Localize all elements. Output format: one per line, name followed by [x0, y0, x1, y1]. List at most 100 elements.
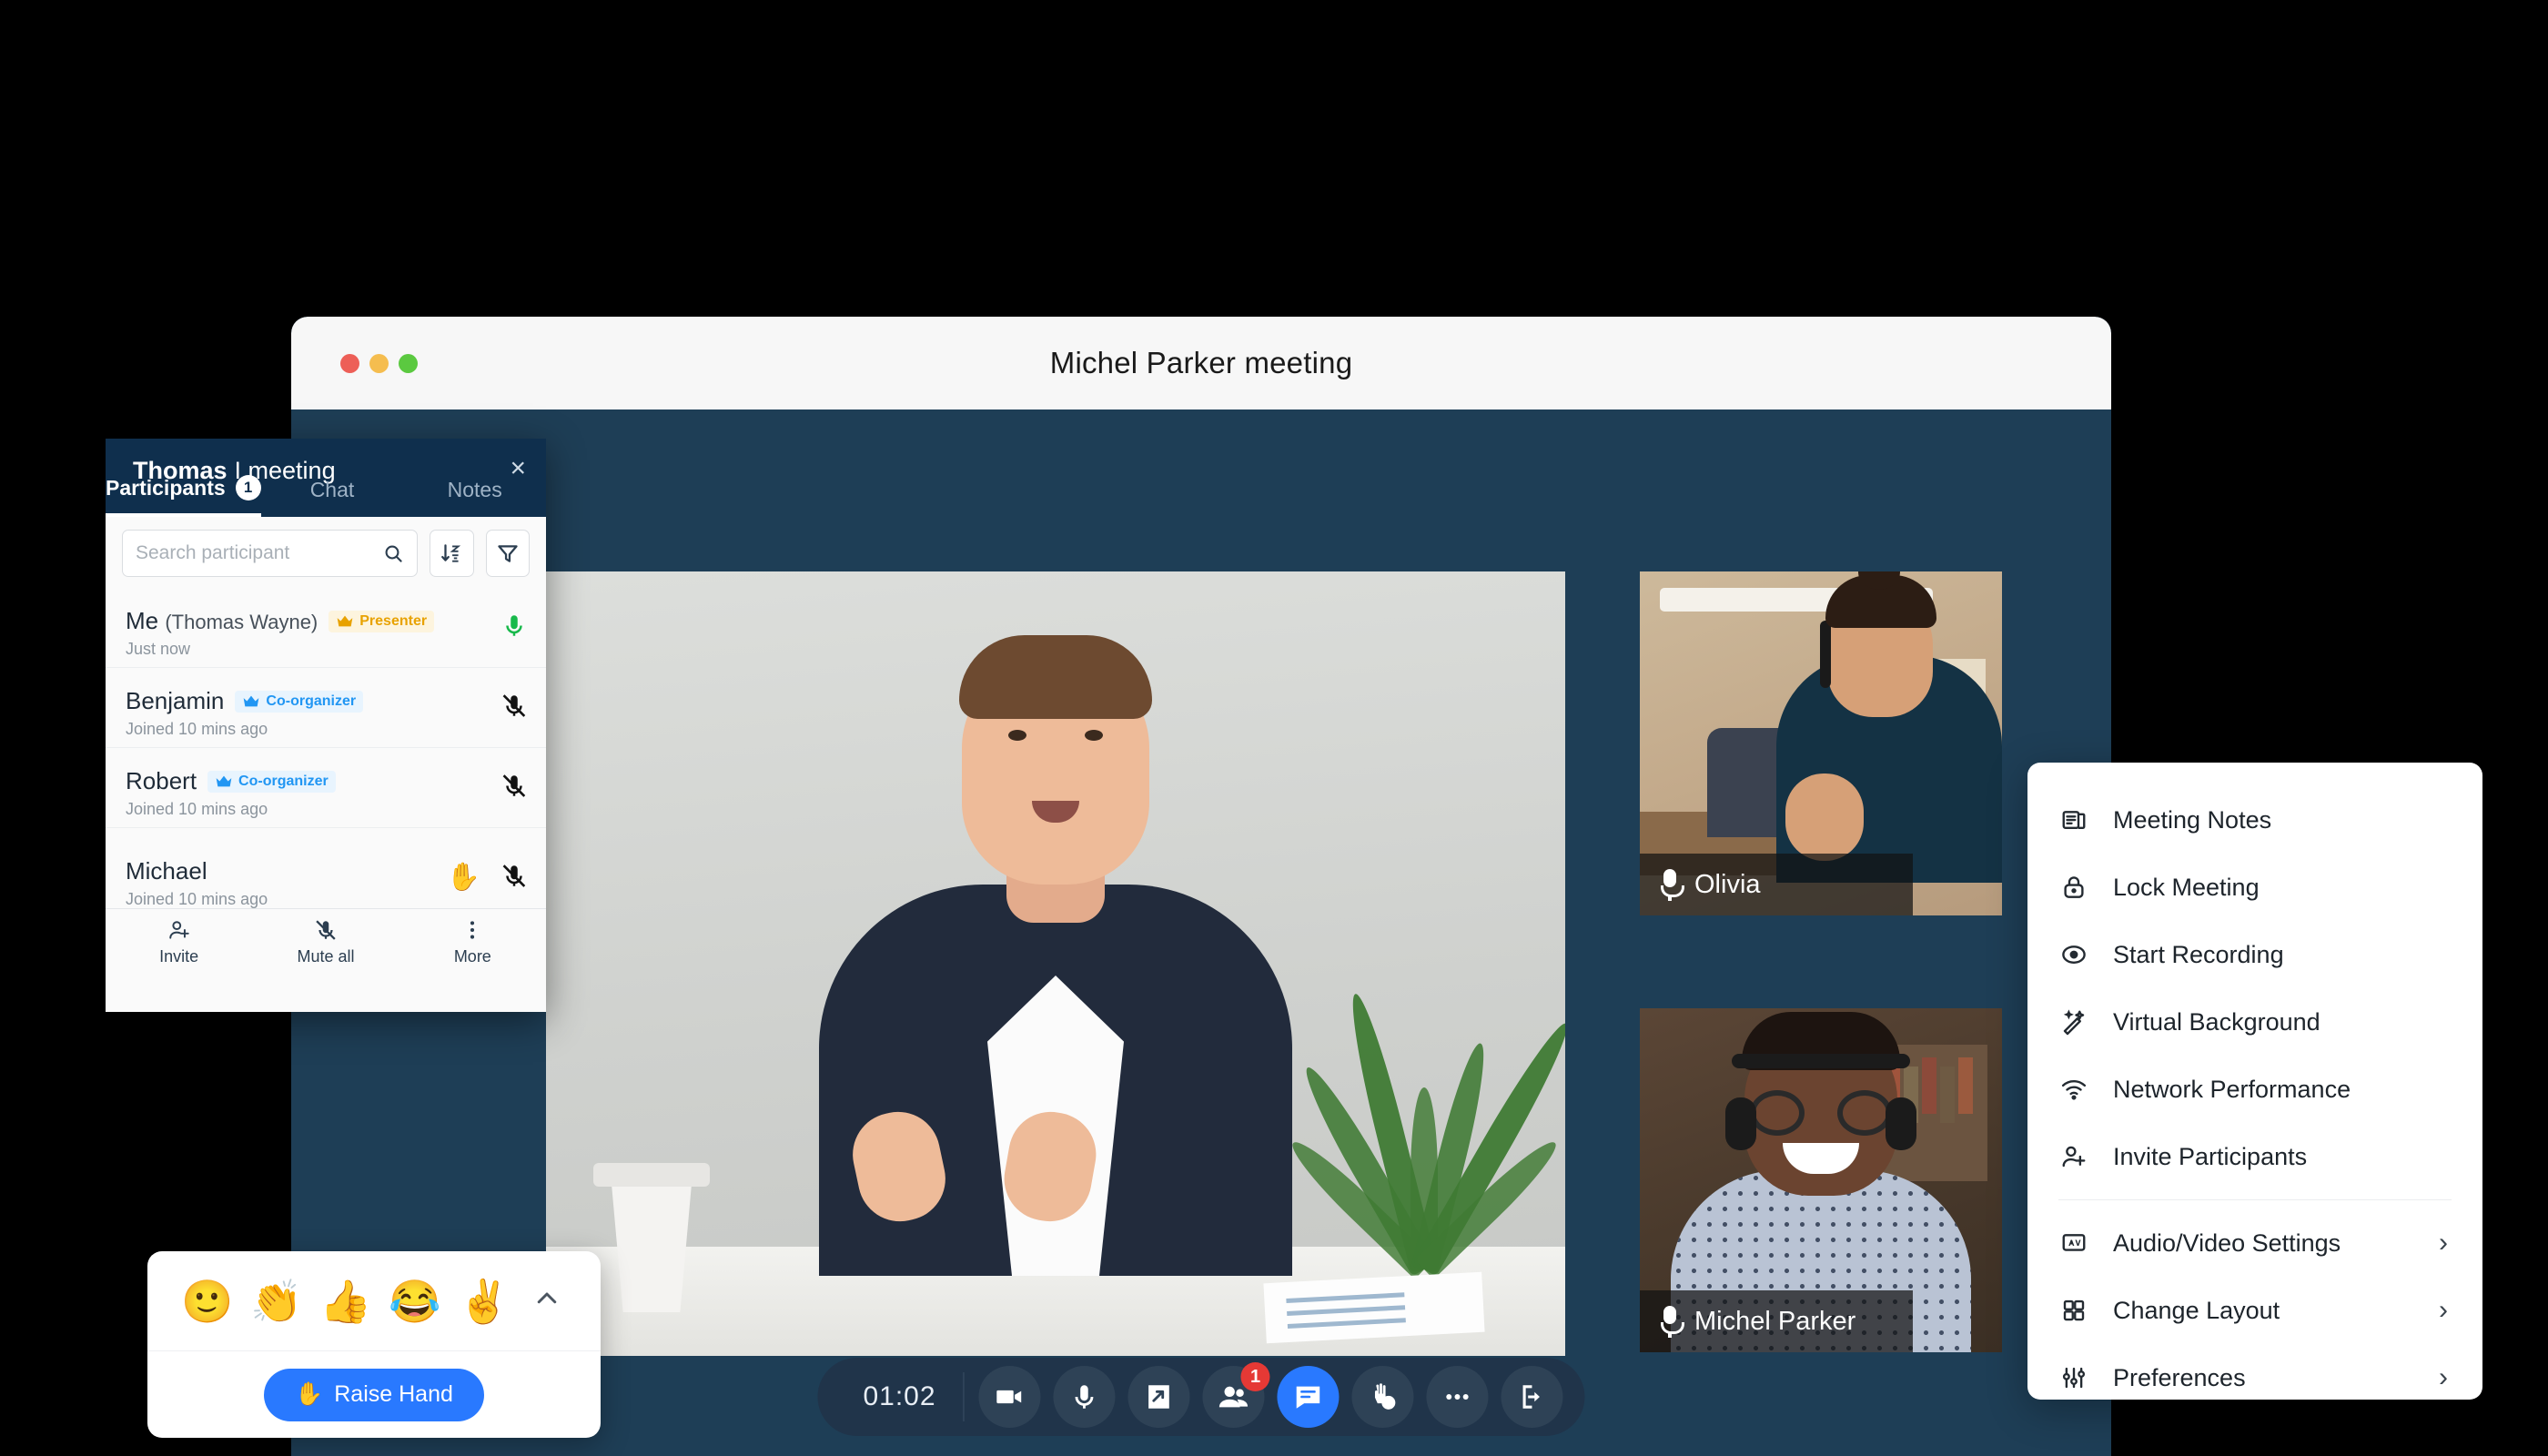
menu-item-meeting-notes[interactable]: Meeting Notes: [2027, 786, 2482, 854]
laughing-face-emoji[interactable]: 😂: [380, 1280, 450, 1322]
more-options-button[interactable]: [1426, 1366, 1489, 1428]
thumbs-up-emoji[interactable]: 👍: [311, 1280, 380, 1322]
participant-row-benjamin[interactable]: Benjamin Co-organizer Joined 10 mins ago: [106, 668, 546, 748]
menu-item-change-layout[interactable]: Change Layout ›: [2027, 1277, 2482, 1344]
participant-name: Benjamin: [126, 687, 225, 714]
participant-status: Joined 10 mins ago: [126, 720, 268, 738]
invite-button[interactable]: Invite: [106, 917, 252, 966]
magic-wand-icon: [2058, 1006, 2089, 1037]
chat-bubble-icon: [1296, 1386, 1320, 1409]
chevron-up-icon[interactable]: [519, 1285, 575, 1317]
tab-label: Participants: [106, 475, 226, 500]
crown-icon: [337, 615, 353, 627]
participant-status: Just now: [126, 640, 191, 658]
microphone-button[interactable]: [1053, 1366, 1116, 1428]
mic-on-icon[interactable]: [500, 612, 528, 643]
search-input[interactable]: [136, 542, 382, 564]
lock-icon: [2058, 872, 2089, 903]
main-speaker-video[interactable]: [546, 571, 1565, 1356]
tab-label: Notes: [447, 477, 502, 501]
smiling-face-emoji[interactable]: 🙂: [173, 1280, 242, 1322]
more-horizontal-icon: [1446, 1394, 1469, 1400]
participants-button[interactable]: 1: [1202, 1362, 1270, 1428]
victory-hand-emoji[interactable]: ✌: [450, 1280, 519, 1322]
participant-row-me[interactable]: Me (Thomas Wayne) Presenter Just now: [106, 588, 546, 668]
participant-tile-michel-parker[interactable]: Michel Parker: [1640, 1008, 2002, 1352]
participants-count-badge: 1: [1240, 1362, 1270, 1391]
participant-tile-olivia[interactable]: Olivia: [1640, 571, 2002, 915]
sort-az-icon: [441, 544, 461, 562]
video-paper-document: [1263, 1271, 1485, 1344]
window-titlebar: Michel Parker meeting: [291, 317, 2111, 410]
chevron-right-icon: ›: [2439, 1362, 2448, 1392]
tab-notes[interactable]: Notes: [403, 475, 546, 517]
leave-meeting-button[interactable]: [1501, 1366, 1563, 1428]
clapping-hands-emoji[interactable]: 👏: [242, 1280, 311, 1322]
participant-row-robert[interactable]: Robert Co-organizer Joined 10 mins ago: [106, 748, 546, 828]
menu-item-start-recording[interactable]: Start Recording: [2027, 921, 2482, 988]
tab-badge-count: 1: [235, 475, 261, 500]
mute-all-button[interactable]: Mute all: [252, 917, 399, 966]
raise-hand-row: ✋ Raise Hand: [147, 1351, 601, 1438]
person-add-icon: [2058, 1141, 2089, 1172]
sliders-icon: [2058, 1362, 2089, 1393]
mic-off-icon[interactable]: [500, 772, 528, 804]
menu-item-invite-participants[interactable]: Invite Participants: [2027, 1123, 2482, 1190]
participant-name: Me (Thomas Wayne): [126, 607, 318, 634]
footer-label: More: [453, 946, 491, 966]
search-input-wrapper[interactable]: [122, 530, 418, 577]
role-badge-label: Co-organizer: [266, 693, 357, 709]
participants-panel-footer: Invite Mute all More: [106, 908, 546, 974]
reactions-popover: 🙂 👏 👍 😂 ✌ ✋ Raise Hand: [147, 1251, 601, 1438]
menu-item-label: Change Layout: [2113, 1296, 2280, 1324]
raise-hand-emoji-icon: [1375, 1383, 1396, 1410]
search-icon: [385, 545, 402, 562]
more-button[interactable]: More: [399, 917, 546, 966]
participant-name: Robert: [126, 767, 197, 794]
toolbar-buttons: 1: [978, 1362, 1563, 1428]
participant-row-icons: ✋: [447, 862, 528, 894]
tile-participant-name: Olivia: [1694, 869, 1761, 899]
role-badge-label: Co-organizer: [238, 773, 329, 789]
raise-hand-emoji-icon: ✋: [295, 1381, 324, 1407]
chat-button[interactable]: [1277, 1366, 1340, 1428]
participant-search-row: [106, 517, 546, 588]
participant-row-icons: [500, 612, 528, 643]
participant-row-michael[interactable]: Michael Joined 10 mins ago ✋: [106, 828, 546, 908]
mic-icon: [1075, 1385, 1094, 1409]
participants-list: Me (Thomas Wayne) Presenter Just now Ben…: [106, 588, 546, 908]
menu-item-audio-video-settings[interactable]: Audio/Video Settings ›: [2027, 1209, 2482, 1277]
meeting-toolbar: 01:02 1: [817, 1358, 1585, 1436]
menu-item-label: Start Recording: [2113, 940, 2284, 968]
filter-button[interactable]: [485, 530, 530, 577]
camera-button[interactable]: [978, 1366, 1041, 1428]
tile-name-bar: Olivia: [1640, 854, 1913, 915]
tab-participants[interactable]: Participants 1: [106, 475, 261, 517]
sort-az-button[interactable]: [430, 530, 474, 577]
more-vertical-icon: [399, 917, 546, 943]
reactions-button[interactable]: [1351, 1366, 1414, 1428]
menu-item-preferences[interactable]: Preferences ›: [2027, 1344, 2482, 1411]
crown-icon: [216, 775, 232, 787]
raise-hand-button[interactable]: ✋ Raise Hand: [264, 1368, 484, 1421]
menu-item-label: Audio/Video Settings: [2113, 1228, 2341, 1257]
participant-status: Joined 10 mins ago: [126, 800, 268, 818]
menu-item-label: Invite Participants: [2113, 1142, 2308, 1170]
menu-item-label: Meeting Notes: [2113, 805, 2272, 834]
participant-name: Michael: [126, 857, 207, 885]
tile-participant-name: Michel Parker: [1694, 1306, 1856, 1336]
mic-off-icon[interactable]: [500, 862, 528, 894]
menu-item-lock-meeting[interactable]: Lock Meeting: [2027, 854, 2482, 921]
footer-label: Mute all: [297, 946, 355, 966]
share-screen-icon: [1148, 1385, 1169, 1409]
menu-item-network-performance[interactable]: Network Performance: [2027, 1056, 2482, 1123]
raise-hand-label: Raise Hand: [334, 1381, 453, 1407]
share-screen-button[interactable]: [1127, 1366, 1190, 1428]
raised-hand-icon: ✋: [446, 862, 480, 893]
mic-icon: [1660, 1306, 1684, 1338]
mic-off-icon[interactable]: [500, 692, 528, 723]
tab-chat[interactable]: Chat: [261, 475, 404, 517]
panel-tabs: Participants 1 Chat Notes: [106, 475, 546, 517]
menu-item-virtual-background[interactable]: Virtual Background: [2027, 988, 2482, 1056]
participants-panel: Thomas I meeting × Participants 1 Chat No…: [106, 439, 546, 1012]
